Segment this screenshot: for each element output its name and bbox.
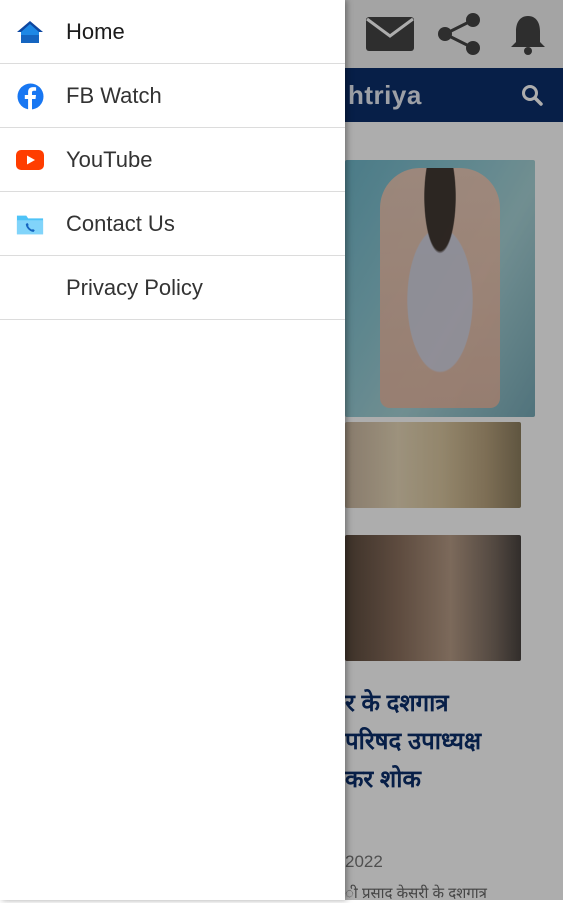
- drawer-item-label: FB Watch: [66, 82, 162, 108]
- contact-folder-icon: [16, 210, 44, 238]
- drawer-item-contact-us[interactable]: Contact Us: [0, 192, 345, 256]
- drawer-item-label: Home: [66, 18, 125, 44]
- facebook-icon: [16, 82, 44, 110]
- drawer-item-label: Privacy Policy: [66, 274, 203, 300]
- navigation-drawer: Home FB Watch YouTube Contact Us Privacy…: [0, 0, 345, 900]
- drawer-item-label: YouTube: [66, 146, 153, 172]
- home-icon: [16, 18, 44, 46]
- drawer-item-privacy-policy[interactable]: Privacy Policy: [0, 256, 345, 320]
- youtube-icon: [16, 146, 44, 174]
- drawer-item-home[interactable]: Home: [0, 0, 345, 64]
- drawer-item-youtube[interactable]: YouTube: [0, 128, 345, 192]
- drawer-item-label: Contact Us: [66, 210, 175, 236]
- drawer-item-fb-watch[interactable]: FB Watch: [0, 64, 345, 128]
- drawer-menu: Home FB Watch YouTube Contact Us Privacy…: [0, 0, 345, 320]
